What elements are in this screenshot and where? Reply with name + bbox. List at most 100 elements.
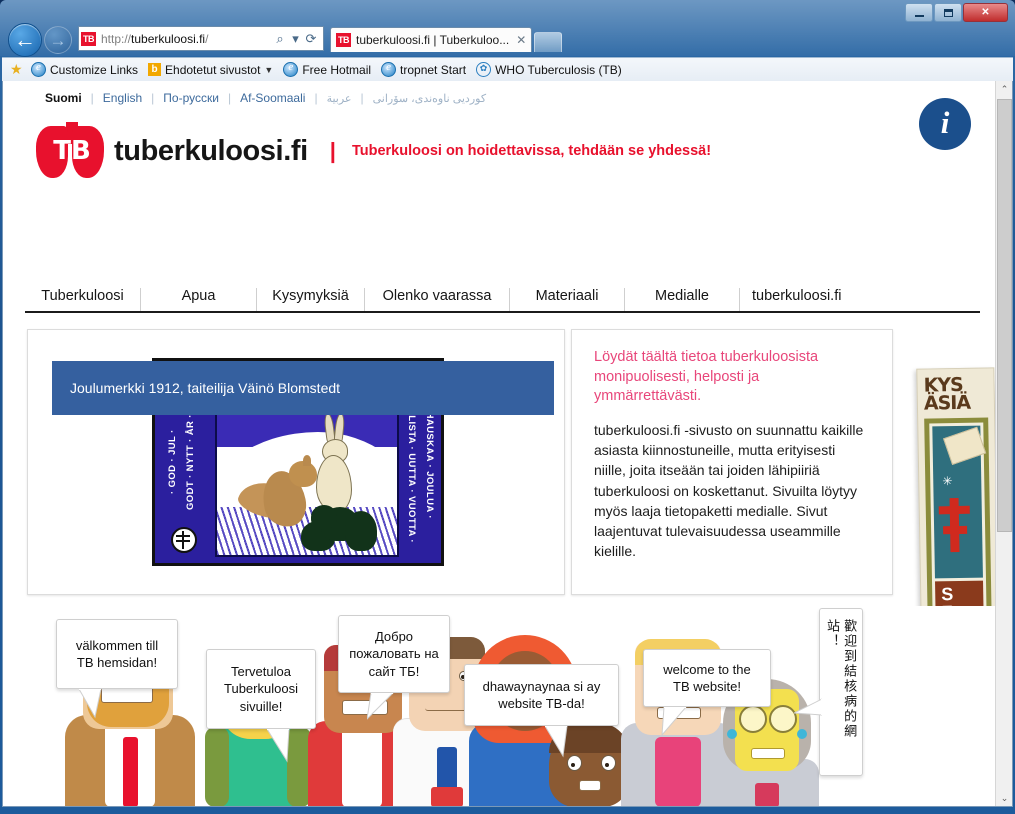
favorite-free-hotmail[interactable]: Free Hotmail — [280, 61, 374, 77]
nav-item-olenko-vaarassa[interactable]: Olenko vaarassa — [365, 288, 510, 311]
tab-close-icon[interactable]: ✕ — [514, 33, 526, 47]
ie-icon — [283, 61, 299, 77]
url-host: tuberkuloosi.fi — [131, 31, 206, 46]
nav-item-tuberkuloosi[interactable]: Tuberkuloosi — [25, 288, 141, 311]
chevron-down-icon[interactable]: ▼ — [264, 65, 273, 75]
language-kurdish[interactable]: کوردیی ناوەندی، سۆرانی — [364, 92, 495, 105]
address-bar[interactable]: TB http://tuberkuloosi.fi/ ⌕ ▾ ⟳ — [78, 26, 324, 51]
bubble-text: welcome to the TB website! — [663, 661, 751, 694]
stamp-caption: Joulumerkki 1912, taiteilija Väinö Bloms… — [52, 361, 554, 415]
forward-arrow-icon: → — [49, 30, 67, 50]
search-icon[interactable]: ⌕ — [270, 31, 290, 47]
nav-item-apua[interactable]: Apua — [141, 288, 257, 311]
info-icon: i — [940, 105, 950, 140]
site-favicon: TB — [81, 31, 96, 46]
info-button[interactable]: i — [919, 98, 971, 150]
poster-lorraine-cross-icon — [949, 498, 960, 553]
language-english[interactable]: English — [94, 91, 151, 105]
tab-strip: TB tuberkuloosi.fi | Tuberkuloo... ✕ — [330, 26, 563, 52]
speech-bubble-english: welcome to the TB website! — [643, 649, 771, 737]
bubble-text: 歡迎到結核病的網站！ — [825, 619, 858, 739]
window-controls: ✕ — [905, 3, 1008, 22]
add-favorite-icon[interactable]: ★ — [10, 62, 24, 77]
tab-favicon: TB — [336, 33, 351, 47]
language-suomi[interactable]: Suomi — [36, 91, 91, 105]
favorite-ehdotetut-sivustot[interactable]: b Ehdotetut sivustot ▼ — [145, 63, 276, 77]
favorite-label: Customize Links — [50, 62, 139, 77]
scrollbar-thumb[interactable] — [997, 99, 1012, 532]
nav-item-tuberkuloosi-fi[interactable]: tuberkuloosi.fi — [740, 288, 880, 311]
favorite-tropnet-start[interactable]: tropnet Start — [378, 61, 469, 77]
scroll-up-button[interactable]: ⌃ — [996, 81, 1012, 98]
nav-label: Materiaali — [535, 288, 599, 304]
poster-title-line2: ÄSIÄ — [923, 391, 971, 415]
close-icon: ✕ — [981, 6, 990, 18]
refresh-icon[interactable]: ⟳ — [301, 31, 321, 47]
tab-tuberkuloosi[interactable]: TB tuberkuloosi.fi | Tuberkuloo... ✕ — [330, 27, 533, 52]
main-navigation: Tuberkuloosi Apua Kysymyksiä Olenko vaar… — [25, 281, 980, 313]
navigation-row: ← → TB http://tuberkuloosi.fi/ ⌕ ▾ ⟳ TB … — [0, 23, 1015, 73]
ie-icon — [381, 61, 397, 77]
poster-image: ✳ — [932, 425, 987, 579]
back-arrow-icon: ← — [14, 27, 36, 52]
stamp-card: · GOD · JUL · GODT · NYTT · ÅR · ONNELLI… — [27, 329, 565, 595]
language-arabic[interactable]: عربية — [318, 92, 361, 105]
minimize-button[interactable] — [905, 3, 933, 22]
poster-star-icon: ✳ — [942, 474, 953, 489]
stamp-text-line: · GOD · JUL · — [167, 429, 178, 495]
scroll-down-button[interactable]: ⌄ — [996, 790, 1012, 806]
favorites-bar: ★ Customize Links b Ehdotetut sivustot ▼… — [2, 57, 1013, 81]
maximize-restore-button[interactable] — [934, 3, 962, 22]
vertical-scrollbar[interactable]: ⌃ ⌄ — [995, 81, 1012, 806]
hero-section: · GOD · JUL · GODT · NYTT · ÅR · ONNELLI… — [25, 329, 980, 597]
nav-item-kysymyksia[interactable]: Kysymyksiä — [257, 288, 365, 311]
stamp-caption-text: Joulumerkki 1912, taiteilija Väinö Bloms… — [70, 380, 341, 396]
back-button[interactable]: ← — [8, 23, 42, 57]
close-button[interactable]: ✕ — [963, 3, 1008, 22]
bubble-text: Добро пожаловать на сайт ТБ! — [349, 629, 439, 679]
logo-mark-text: TB — [53, 136, 91, 166]
favorite-label: WHO Tuberculosis (TB) — [495, 62, 622, 77]
page-viewport: Suomi | English | По-русски | Af-Soomaal… — [2, 81, 1013, 807]
web-page: Suomi | English | По-русски | Af-Soomaal… — [3, 81, 995, 806]
nav-label: Tuberkuloosi — [41, 288, 124, 304]
language-somali[interactable]: Af-Soomaali — [231, 91, 314, 105]
tab-title: tuberkuloosi.fi | Tuberkuloo... — [356, 33, 510, 47]
who-icon: ✿ — [476, 62, 492, 77]
speech-bubble-chinese: 歡迎到結核病的網站！ — [794, 608, 863, 776]
favorite-customize-links[interactable]: Customize Links — [28, 61, 141, 77]
ie-icon — [31, 61, 46, 77]
nav-item-medialle[interactable]: Medialle — [625, 288, 740, 311]
intro-card: Löydät täältä tietoa tuberkuloosista mon… — [571, 329, 893, 595]
speech-bubble-somali: dhawaynaynaa si ay website TB-da! — [464, 664, 619, 758]
bing-icon: b — [148, 63, 162, 76]
tb-logo-icon[interactable]: TB — [36, 122, 108, 180]
poster-title: KYS ÄSIÄ — [923, 374, 988, 415]
bubble-text: dhawaynaynaa si ay website TB-da! — [482, 678, 601, 711]
nav-label: Medialle — [655, 288, 709, 304]
new-tab-button[interactable] — [534, 32, 563, 52]
favorite-who-tuberculosis[interactable]: ✿ WHO Tuberculosis (TB) — [473, 62, 625, 77]
forward-button[interactable]: → — [44, 26, 72, 54]
header-divider: | — [329, 138, 336, 163]
nav-label: Kysymyksiä — [272, 288, 349, 304]
url-protocol: http:// — [101, 31, 132, 46]
bubble-text: välkommen till TB hemsidan! — [75, 637, 159, 670]
nav-item-materiaali[interactable]: Materiaali — [510, 288, 625, 311]
language-bar: Suomi | English | По-русски | Af-Soomaal… — [3, 87, 995, 109]
nav-label: Olenko vaarassa — [382, 288, 492, 304]
speech-bubble-russian: Добро пожаловать на сайт ТБ! — [338, 615, 450, 720]
lorraine-cross-icon — [171, 527, 197, 553]
favorite-label: Free Hotmail — [302, 62, 372, 77]
language-russian[interactable]: По-русски — [154, 91, 228, 105]
people-illustration-band: välkommen till TB hemsidan! Tervetuloa T… — [3, 606, 995, 806]
site-name[interactable]: tuberkuloosi.fi — [114, 135, 308, 168]
speech-bubble-swedish: välkommen till TB hemsidan! — [56, 619, 178, 719]
bubble-text: Tervetuloa Tuberkuloosi sivuille! — [224, 664, 298, 714]
nav-label: tuberkuloosi.fi — [752, 288, 842, 304]
bush-illustration — [297, 491, 383, 552]
intro-body: tuberkuloosi.fi -sivusto on suunnattu ka… — [594, 421, 864, 560]
chevron-down-icon[interactable]: ▾ — [290, 31, 301, 47]
url-text: http://tuberkuloosi.fi/ — [96, 32, 270, 46]
nav-label: Apua — [181, 288, 216, 304]
